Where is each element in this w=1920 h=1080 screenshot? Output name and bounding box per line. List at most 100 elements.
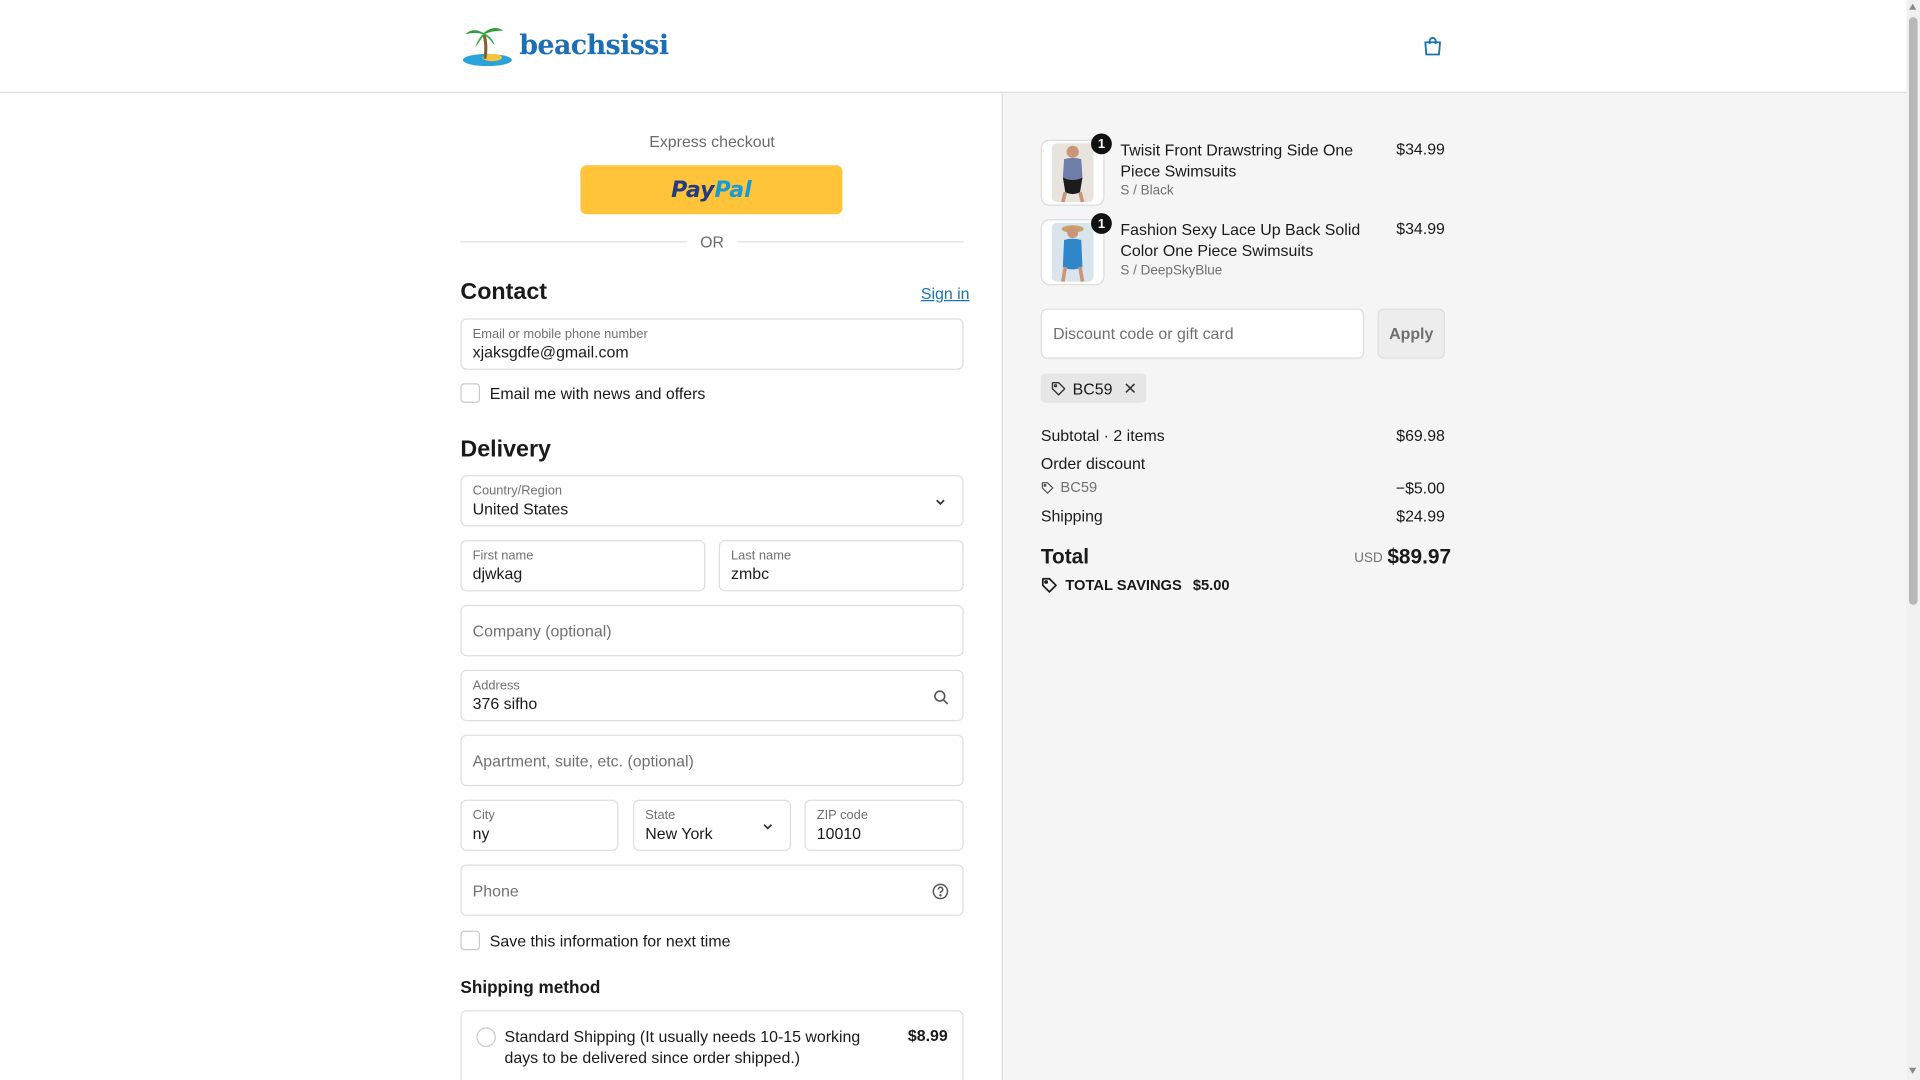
tag-icon <box>1041 481 1054 494</box>
last-name-value: zmbc <box>731 564 770 583</box>
help-circle-icon[interactable] <box>931 882 951 902</box>
address-value: 376 sifho <box>472 694 538 713</box>
page-scrollbar[interactable] <box>1906 0 1920 1080</box>
contact-title: Contact <box>460 279 548 305</box>
site-header: beachsissi <box>0 0 1907 94</box>
divider-line <box>460 240 687 242</box>
phone-field[interactable]: Phone <box>460 864 964 916</box>
news-checkbox[interactable] <box>460 383 481 403</box>
shipping-row: Shipping $24.99 <box>1041 507 1445 525</box>
save-info-checkbox[interactable] <box>460 930 481 951</box>
first-name-value: djwkag <box>472 564 523 583</box>
shipping-option-standard[interactable]: Standard Shipping (It usually needs 10-1… <box>460 1010 964 1080</box>
save-info-label: Save this information for next time <box>489 931 731 950</box>
news-checkbox-row[interactable]: Email me with news and offers <box>460 382 705 404</box>
shipping-value: $24.99 <box>1396 506 1445 526</box>
shopping-bag-icon <box>1424 37 1441 56</box>
subtotal-value: $69.98 <box>1396 426 1445 445</box>
store-logo[interactable]: beachsissi <box>460 22 669 69</box>
apartment-field[interactable]: Apartment, suite, etc. (optional) <box>460 734 964 787</box>
item-price: $34.99 <box>1396 139 1445 158</box>
news-checkbox-label: Email me with news and offers <box>489 383 706 403</box>
cart-item: 1 Twisit Front Drawstring Side One Piece… <box>1040 133 1445 209</box>
country-select[interactable]: Country/Region United States <box>460 475 964 527</box>
state-value: New York <box>645 824 713 843</box>
last-name-field[interactable]: Last name zmbc <box>718 540 964 592</box>
item-name: Twisit Front Drawstring Side One Piece S… <box>1120 140 1354 181</box>
total-value: $89.97 <box>1387 544 1452 569</box>
shipping-option-price: $8.99 <box>907 1026 948 1045</box>
cart-button[interactable] <box>1418 32 1447 61</box>
email-value: xjaksgdfe@gmail.com <box>472 342 629 362</box>
state-label: State <box>645 808 676 823</box>
discount-code-line: BC59 <box>1041 479 1097 496</box>
divider-line <box>737 240 964 242</box>
total-savings: TOTAL SAVINGS $5.00 <box>1041 577 1230 594</box>
first-name-label: First name <box>472 548 534 564</box>
discount-code-input[interactable]: Discount code or gift card <box>1040 308 1365 359</box>
shipping-method-title: Shipping method <box>460 977 601 997</box>
city-label: City <box>472 808 495 823</box>
shipping-label: Shipping <box>1040 506 1103 526</box>
paypal-button[interactable]: PayPal <box>580 165 843 215</box>
address-field[interactable]: Address 376 sifho <box>460 669 964 722</box>
save-info-checkbox-row[interactable]: Save this information for next time <box>460 929 730 951</box>
cart-item: 1 Fashion Sexy Lace Up Back Solid Color … <box>1040 213 1445 288</box>
paypal-logo: PayPal <box>671 176 752 203</box>
savings-value: $5.00 <box>1192 576 1230 594</box>
city-field[interactable]: City ny <box>460 799 619 852</box>
order-discount-row: Order discount <box>1041 454 1445 472</box>
zip-field[interactable]: ZIP code 10010 <box>804 799 964 852</box>
subtotal-row: Subtotal · 2 items $69.98 <box>1041 426 1445 444</box>
item-variant: S / Black <box>1120 183 1174 199</box>
discount-amount: −$5.00 <box>1395 478 1445 498</box>
zip-value: 10010 <box>816 824 862 843</box>
logo-text: beachsissi <box>519 29 669 62</box>
sign-in-link[interactable]: Sign in <box>921 284 970 302</box>
scroll-down-arrow-icon[interactable] <box>1908 1067 1917 1074</box>
item-name: Fashion Sexy Lace Up Back Solid Color On… <box>1120 220 1361 260</box>
address-label: Address <box>472 678 520 694</box>
order-discount-label: Order discount <box>1040 454 1146 473</box>
email-field[interactable]: Email or mobile phone number xjaksgdfe@g… <box>460 318 964 370</box>
city-value: ny <box>472 824 490 843</box>
chevron-down-icon <box>758 817 778 837</box>
total-label: Total <box>1040 544 1090 569</box>
zip-label: ZIP code <box>816 808 868 823</box>
shipping-option-label: Standard Shipping (It usually needs 10-1… <box>504 1027 861 1067</box>
remove-discount-icon[interactable] <box>1124 382 1136 394</box>
or-divider: OR <box>460 231 964 251</box>
subtotal-label: Subtotal · 2 items <box>1040 426 1165 445</box>
savings-label: TOTAL SAVINGS <box>1065 576 1182 594</box>
chevron-down-icon <box>931 492 951 512</box>
country-value: United States <box>472 499 569 518</box>
applied-code-text: BC59 <box>1072 378 1113 398</box>
product-thumbnail: 1 <box>1040 213 1112 286</box>
email-label: Email or mobile phone number <box>472 326 648 342</box>
company-field[interactable]: Company (optional) <box>460 604 964 657</box>
quantity-badge: 1 <box>1091 213 1112 234</box>
first-name-field[interactable]: First name djwkag <box>460 540 706 592</box>
scroll-up-arrow-icon[interactable] <box>1908 3 1917 10</box>
last-name-label: Last name <box>731 548 792 564</box>
shipping-radio[interactable] <box>476 1027 496 1047</box>
search-icon <box>931 687 951 707</box>
express-checkout-label: Express checkout <box>649 132 775 151</box>
scrollbar-thumb[interactable] <box>1908 17 1918 605</box>
product-thumbnail: 1 <box>1040 133 1112 206</box>
tag-icon <box>1051 380 1067 396</box>
item-price: $34.99 <box>1396 219 1445 238</box>
country-label: Country/Region <box>472 483 563 499</box>
quantity-badge: 1 <box>1091 133 1112 155</box>
item-variant: S / DeepSkyBlue <box>1120 263 1223 278</box>
or-text: OR <box>700 232 724 251</box>
state-select[interactable]: State New York <box>633 799 792 852</box>
delivery-title: Delivery <box>460 437 551 463</box>
apartment-placeholder: Apartment, suite, etc. (optional) <box>472 751 694 771</box>
company-placeholder: Company (optional) <box>472 622 612 641</box>
phone-placeholder: Phone <box>472 881 519 901</box>
discount-placeholder: Discount code or gift card <box>1053 324 1234 343</box>
total-currency: USD <box>1354 551 1383 566</box>
apply-button[interactable]: Apply <box>1377 308 1445 359</box>
discount-code-text: BC59 <box>1060 478 1098 496</box>
